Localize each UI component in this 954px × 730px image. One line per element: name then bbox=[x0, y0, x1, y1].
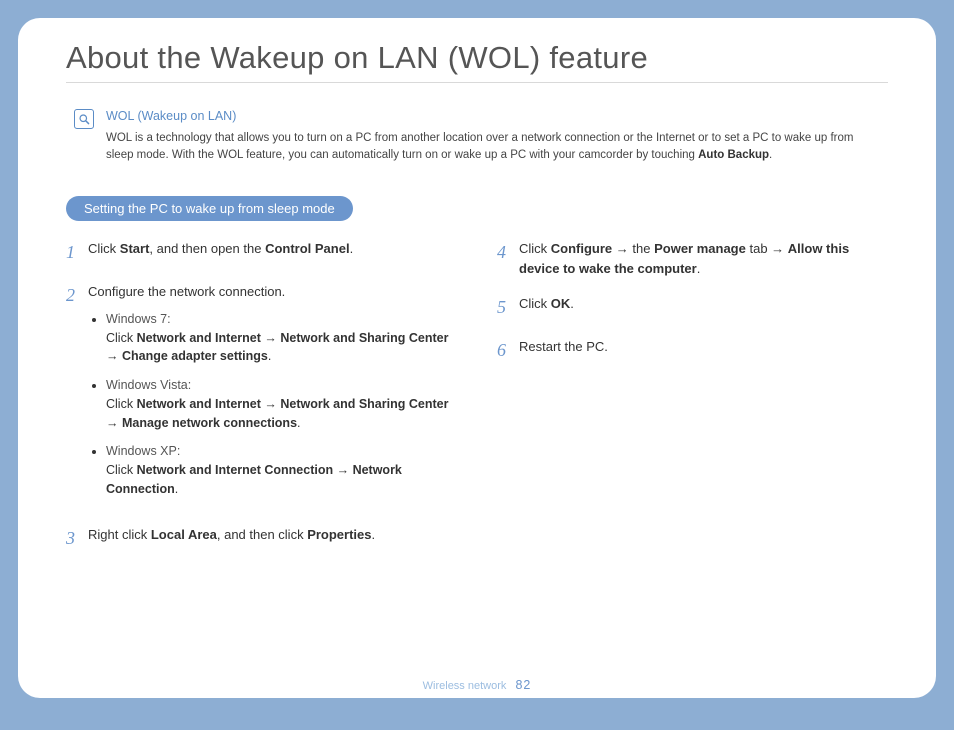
step: 3 Right click Local Area, and then click … bbox=[66, 525, 457, 552]
info-body: WOL is a technology that allows you to t… bbox=[106, 132, 853, 161]
sub-bullet: Windows 7:Click Network and Internet → N… bbox=[106, 310, 457, 366]
step-number: 5 bbox=[497, 294, 511, 321]
step-number: 6 bbox=[497, 337, 511, 364]
info-heading: WOL (Wakeup on LAN) bbox=[106, 107, 880, 126]
sub-bullet: Windows Vista:Click Network and Internet… bbox=[106, 376, 457, 432]
step: 2Configure the network connection.Window… bbox=[66, 282, 457, 508]
sub-bullet: Windows XP:Click Network and Internet Co… bbox=[106, 442, 457, 498]
left-column: 1 Click Start, and then open the Control … bbox=[66, 239, 457, 567]
step-body: Restart the PC. bbox=[519, 337, 888, 364]
step-number: 4 bbox=[497, 239, 511, 278]
step-number: 1 bbox=[66, 239, 80, 266]
step: 1 Click Start, and then open the Control … bbox=[66, 239, 457, 266]
info-callout: WOL (Wakeup on LAN) WOL is a technology … bbox=[66, 107, 888, 164]
steps-columns: 1 Click Start, and then open the Control … bbox=[66, 239, 888, 567]
page-footer: Wireless network 82 bbox=[18, 678, 936, 692]
step-body: Right click Local Area, and then click P… bbox=[88, 525, 457, 552]
content-card: About the Wakeup on LAN (WOL) feature WO… bbox=[18, 18, 936, 698]
title-divider bbox=[66, 82, 888, 83]
step-body: Click Configure → the Power manage tab →… bbox=[519, 239, 888, 278]
footer-page-number: 82 bbox=[515, 678, 531, 692]
section-heading-pill: Setting the PC to wake up from sleep mod… bbox=[66, 196, 353, 221]
info-text: WOL (Wakeup on LAN) WOL is a technology … bbox=[106, 107, 880, 164]
step-number: 3 bbox=[66, 525, 80, 552]
step: 6 Restart the PC. bbox=[497, 337, 888, 364]
page-background: About the Wakeup on LAN (WOL) feature WO… bbox=[0, 0, 954, 730]
step-body: Click Start, and then open the Control P… bbox=[88, 239, 457, 266]
step-number: 2 bbox=[66, 282, 80, 508]
footer-section: Wireless network bbox=[423, 680, 507, 692]
step-body: Click OK. bbox=[519, 294, 888, 321]
magnifier-icon bbox=[74, 109, 94, 129]
right-column: 4Click Configure → the Power manage tab … bbox=[497, 239, 888, 567]
sub-bullet-list: Windows 7:Click Network and Internet → N… bbox=[106, 310, 457, 499]
page-title: About the Wakeup on LAN (WOL) feature bbox=[66, 40, 888, 76]
step: 4Click Configure → the Power manage tab … bbox=[497, 239, 888, 278]
step-body: Configure the network connection.Windows… bbox=[88, 282, 457, 508]
step: 5 Click OK. bbox=[497, 294, 888, 321]
